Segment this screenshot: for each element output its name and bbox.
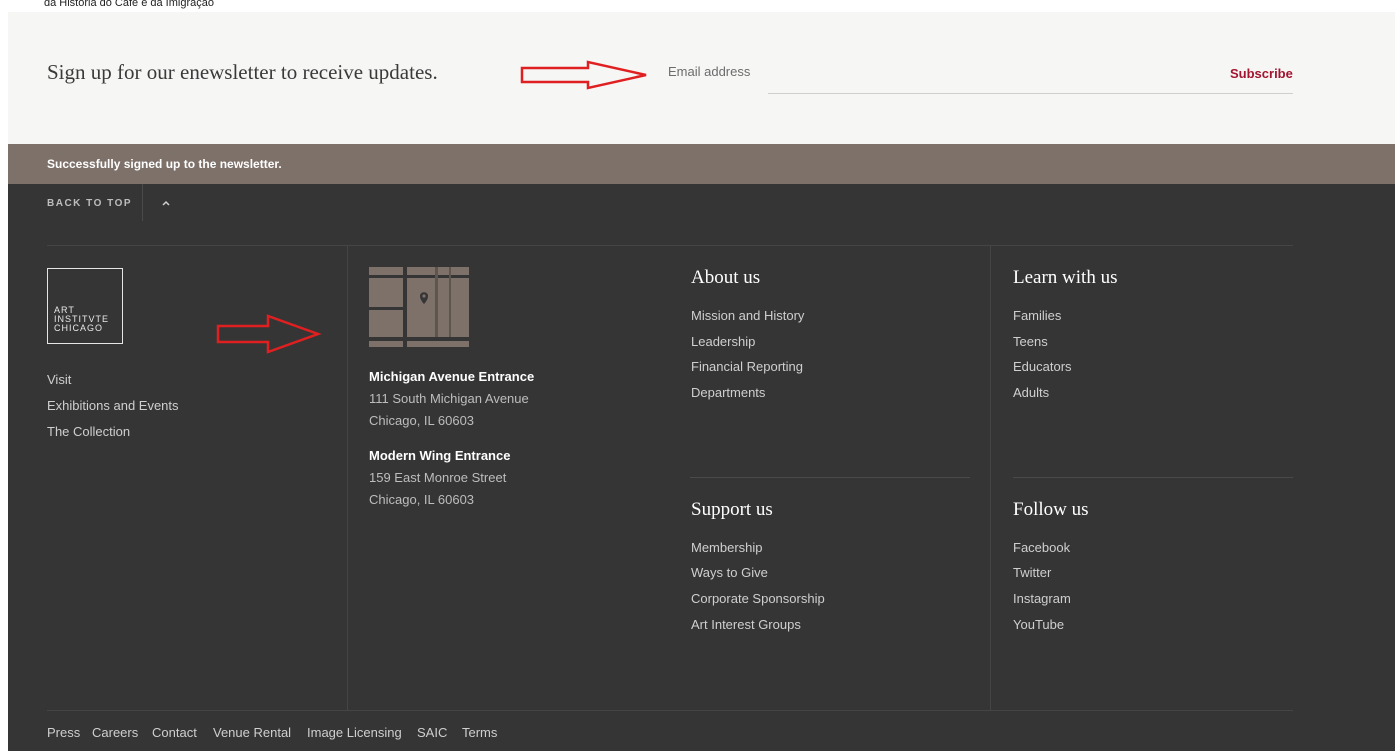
logo-text: CHICAGO [54,323,104,333]
legal-link-press[interactable]: Press [47,725,80,740]
learn-link-adults[interactable]: Adults [1013,385,1049,400]
address-title: Modern Wing Entrance [369,448,511,463]
follow-link-instagram[interactable]: Instagram [1013,591,1071,606]
address-city: Chicago, IL 60603 [369,413,475,428]
footer-link-exhibitions[interactable]: Exhibitions and Events [47,398,179,413]
column-divider [347,245,348,710]
learn-link-teens[interactable]: Teens [1013,334,1048,349]
top-caption: da História do Café e da Imigração [44,0,214,9]
footer-divider [47,245,1293,246]
legal-link-venue-rental[interactable]: Venue Rental [213,725,291,740]
legal-link-image-licensing[interactable]: Image Licensing [307,725,402,740]
footer-link-collection[interactable]: The Collection [47,424,130,439]
support-link-interest-groups[interactable]: Art Interest Groups [691,617,801,632]
newsletter-section: Sign up for our enewsletter to receive u… [8,12,1395,144]
follow-link-twitter[interactable]: Twitter [1013,565,1051,580]
subscribe-button[interactable]: Subscribe [1230,66,1293,81]
address-title: Michigan Avenue Entrance [369,369,535,384]
address-street: 159 East Monroe Street [369,470,507,485]
email-input[interactable] [668,64,1108,79]
chevron-up-icon[interactable] [160,198,172,208]
follow-heading: Follow us [1013,499,1089,520]
legal-link-saic[interactable]: SAIC [417,725,447,740]
footer: BACK TO TOP ART INSTITVTE CHICAGO Visit … [8,184,1395,751]
back-to-top-divider [142,184,143,221]
follow-link-youtube[interactable]: YouTube [1013,617,1064,632]
follow-link-facebook[interactable]: Facebook [1013,540,1070,555]
learn-link-educators[interactable]: Educators [1013,359,1072,374]
status-bar: Successfully signed up to the newsletter… [8,144,1395,184]
arrow-right-icon [216,314,322,354]
back-to-top-link[interactable]: BACK TO TOP [47,198,132,209]
about-link-leadership[interactable]: Leadership [691,334,755,349]
art-institute-logo[interactable]: ART INSTITVTE CHICAGO [47,268,123,344]
about-heading: About us [691,267,761,288]
legal-link-terms[interactable]: Terms [462,725,497,740]
column-divider [990,245,991,710]
address-street: 111 South Michigan Avenue [369,391,529,406]
support-link-corporate[interactable]: Corporate Sponsorship [691,591,825,606]
legal-link-careers[interactable]: Careers [92,725,138,740]
newsletter-prompt: Sign up for our enewsletter to receive u… [47,60,438,84]
about-link-departments[interactable]: Departments [691,385,765,400]
legal-link-contact[interactable]: Contact [152,725,197,740]
section-divider [690,477,970,478]
learn-heading: Learn with us [1013,267,1118,288]
arrow-right-icon [520,60,647,90]
support-heading: Support us [691,499,773,520]
about-link-financial[interactable]: Financial Reporting [691,359,803,374]
learn-link-families[interactable]: Families [1013,308,1061,323]
support-link-ways-to-give[interactable]: Ways to Give [691,565,768,580]
address-city: Chicago, IL 60603 [369,492,475,507]
about-link-mission[interactable]: Mission and History [691,308,804,323]
support-link-membership[interactable]: Membership [691,540,763,555]
status-message: Successfully signed up to the newsletter… [47,157,282,171]
section-divider [1013,477,1293,478]
map-icon[interactable] [369,267,469,347]
footer-divider [47,710,1293,711]
email-underline [768,93,1293,94]
footer-link-visit[interactable]: Visit [47,372,71,387]
